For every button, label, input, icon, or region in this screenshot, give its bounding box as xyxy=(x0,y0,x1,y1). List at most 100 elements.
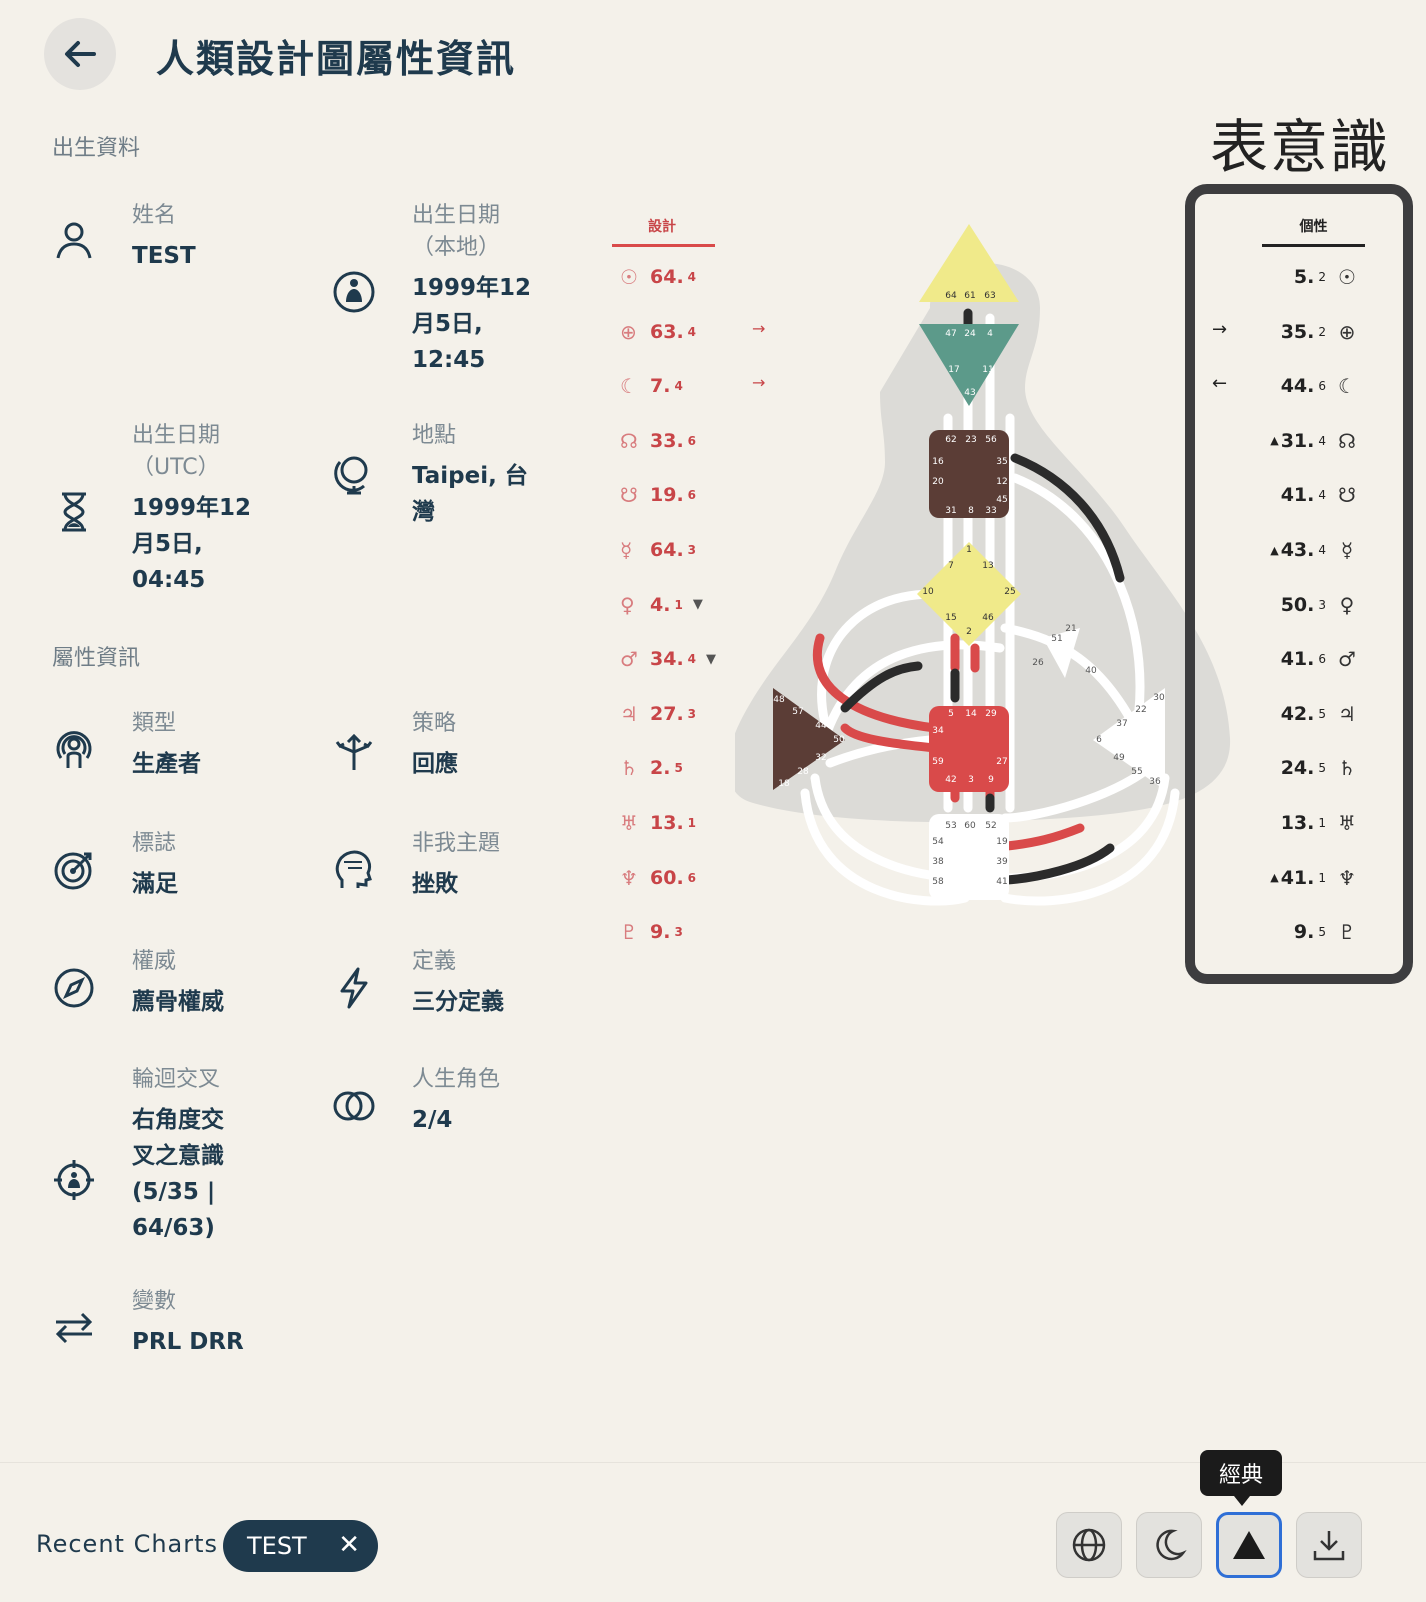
design-row-earth[interactable]: ⊕ 63. 4 xyxy=(620,317,696,347)
design-row-jupiter[interactable]: ♃ 27. 3 xyxy=(620,699,696,729)
head-gate-63: 63 xyxy=(984,291,995,301)
design-line: 1 xyxy=(674,597,683,612)
moon-icon: ☾ xyxy=(1338,374,1356,399)
g-gate-15: 15 xyxy=(945,613,956,623)
design-row-venus[interactable]: ♀ 4. 1 ▼ xyxy=(620,590,703,620)
design-line: 3 xyxy=(687,543,697,557)
heart-gate-51: 51 xyxy=(1051,634,1062,644)
ajna-gate-4: 4 xyxy=(987,329,993,339)
ajna-gate-17: 17 xyxy=(948,365,959,375)
heart-gate-26: 26 xyxy=(1032,658,1044,668)
signal-person-icon xyxy=(56,731,92,768)
personality-gate: 35. xyxy=(1280,320,1315,343)
bodygraph: 64 61 6347 24 417 114362 23 5616 3520 124531 8 3317… xyxy=(735,224,1231,906)
root-gate-60: 60 xyxy=(964,821,976,831)
design-row-pluto[interactable]: ♇ 9. 3 xyxy=(620,917,683,947)
g-gate-1: 1 xyxy=(966,545,972,555)
page: 人類設計圖屬性資訊 出生資料 姓名 TEST 出生日期（本地） 1999年12月5日… xyxy=(0,0,1426,1602)
north-node-icon: ☊ xyxy=(1338,428,1356,453)
throat-gate-16: 16 xyxy=(932,457,944,467)
design-row-saturn[interactable]: ♄ 2. 5 xyxy=(620,753,683,783)
personality-gate: 13. xyxy=(1280,812,1315,834)
design-row-sun[interactable]: ☉ 64. 4 xyxy=(620,262,696,292)
ajna-gate-24: 24 xyxy=(964,329,976,339)
design-gate: 34. xyxy=(650,648,684,671)
solar-gate-36: 36 xyxy=(1149,777,1161,787)
personality-line: 1 xyxy=(1318,870,1326,885)
design-row-moon[interactable]: ☾ 7. 4 xyxy=(620,371,683,401)
back-button[interactable] xyxy=(44,18,116,90)
neptune-icon: ♆ xyxy=(620,865,638,890)
personality-underline xyxy=(1262,244,1365,247)
personality-row-mars[interactable]: 41. 6 ♂ xyxy=(1210,644,1360,674)
cross-target-icon xyxy=(54,1160,94,1200)
dark-mode-button[interactable] xyxy=(1136,1512,1202,1578)
language-button[interactable] xyxy=(1056,1512,1122,1578)
personality-row-north-node[interactable]: ▲ 31. 4 ☊ xyxy=(1210,426,1360,456)
personality-row-south-node[interactable]: 41. 4 ☋ xyxy=(1210,480,1360,510)
design-gate: 60. xyxy=(650,866,684,889)
download-button[interactable] xyxy=(1296,1512,1362,1578)
design-line: 4 xyxy=(687,652,697,667)
personality-row-jupiter[interactable]: 42. 5 ♃ xyxy=(1210,699,1360,729)
personality-gate: 42. xyxy=(1280,702,1315,725)
personality-gate: 9. xyxy=(1293,921,1315,944)
design-line: 6 xyxy=(687,870,697,885)
spleen-gate-18: 18 xyxy=(778,779,790,789)
solar-gate-55: 55 xyxy=(1131,767,1142,777)
g-gate-25: 25 xyxy=(1004,587,1015,597)
spleen-gate-28: 28 xyxy=(797,767,809,777)
personality-gate: 50. xyxy=(1280,593,1315,616)
design-row-mercury[interactable]: ☿ 64. 3 xyxy=(620,535,696,565)
swap-arrows-icon xyxy=(55,1312,93,1344)
personality-row-mercury[interactable]: ▲ 43. 4 ☿ xyxy=(1210,535,1360,565)
tooltip: 經典 xyxy=(1200,1450,1282,1506)
personality-line: 6 xyxy=(1318,652,1326,667)
design-row-north-node[interactable]: ☊ 33. 6 xyxy=(620,426,696,456)
personality-row-uranus[interactable]: 13. 1 ♅ xyxy=(1210,808,1360,838)
personality-row-neptune[interactable]: ▲ 41. 1 ♆ xyxy=(1210,863,1360,893)
design-row-south-node[interactable]: ☋ 19. 6 xyxy=(620,480,696,510)
close-icon[interactable]: ✕ xyxy=(338,1530,360,1560)
saturn-icon: ♄ xyxy=(620,756,638,781)
throat-gate-62: 62 xyxy=(945,435,956,445)
personality-gate: 41. xyxy=(1280,648,1315,671)
personality-row-sun[interactable]: 5. 2 ☉ xyxy=(1210,262,1360,292)
throat-gate-23: 23 xyxy=(965,435,976,445)
design-row-neptune[interactable]: ♆ 60. 6 xyxy=(620,863,696,893)
sacral-gate-34: 34 xyxy=(932,726,944,736)
solar-gate-30: 30 xyxy=(1153,693,1165,703)
design-gate: 33. xyxy=(650,429,684,452)
design-gate: 27. xyxy=(650,702,684,725)
throat-gate-35: 35 xyxy=(996,457,1007,467)
design-gate: 64. xyxy=(650,539,684,561)
personality-line: 6 xyxy=(1318,379,1326,394)
throat-gate-33: 33 xyxy=(985,506,996,516)
venus-icon: ♀ xyxy=(1339,592,1355,617)
personality-row-saturn[interactable]: 24. 5 ♄ xyxy=(1210,753,1360,783)
sun-icon: ☉ xyxy=(1338,265,1356,289)
solar-gate-6: 6 xyxy=(1096,735,1102,745)
design-gate: 64. xyxy=(650,266,684,288)
root-gate-52: 52 xyxy=(985,821,996,831)
personality-row-pluto[interactable]: 9. 5 ♇ xyxy=(1210,917,1360,947)
personality-line: 1 xyxy=(1318,816,1326,830)
south-node-icon: ☋ xyxy=(1338,483,1356,508)
recent-chart-chip[interactable]: TEST ✕ xyxy=(223,1520,378,1572)
personality-line: 5 xyxy=(1318,925,1326,940)
personality-gate: 31. xyxy=(1280,429,1315,452)
design-line: 6 xyxy=(687,488,697,503)
personality-row-earth[interactable]: 35. 2 ⊕ xyxy=(1210,317,1360,347)
root-gate-41: 41 xyxy=(996,877,1007,887)
design-channel-2 xyxy=(1002,823,1085,851)
mercury-icon: ☿ xyxy=(620,538,633,562)
personality-gate: 5. xyxy=(1293,266,1315,288)
spleen-gate-44: 44 xyxy=(815,721,827,731)
design-row-mars[interactable]: ♂ 34. 4 ▼ xyxy=(620,644,716,674)
download-icon xyxy=(1313,1531,1345,1561)
personality-row-moon[interactable]: 44. 6 ☾ xyxy=(1210,371,1360,401)
design-row-uranus[interactable]: ♅ 13. 1 xyxy=(620,808,696,838)
classic-view-button[interactable] xyxy=(1216,1512,1282,1578)
personality-row-venus[interactable]: 50. 3 ♀ xyxy=(1210,590,1360,620)
root-gate-54: 54 xyxy=(932,837,944,847)
